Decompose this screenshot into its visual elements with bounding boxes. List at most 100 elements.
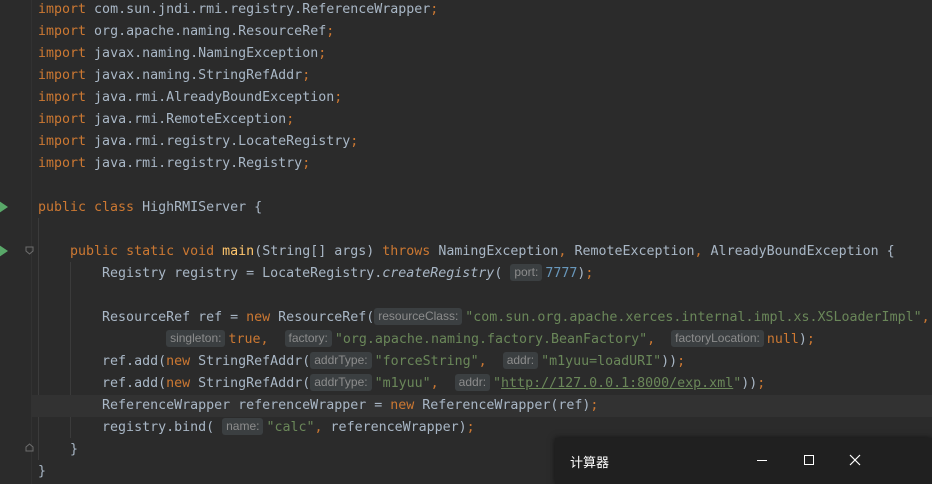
code-token: ; — [302, 156, 311, 171]
code-token: , — [314, 420, 323, 435]
code-line[interactable] — [38, 219, 932, 241]
code-token: org.apache.naming.ResourceRef — [86, 24, 327, 39]
parameter-hint: factory: — [284, 330, 332, 347]
code-line[interactable]: import javax.naming.NamingException; — [38, 43, 932, 65]
code-token: new — [246, 310, 271, 325]
parameter-hint: singleton: — [166, 330, 226, 347]
code-line[interactable]: Registry registry = LocateRegistry.creat… — [38, 263, 932, 285]
code-token: new — [166, 354, 191, 369]
code-line[interactable]: import java.rmi.registry.Registry; — [38, 153, 932, 175]
code-line[interactable]: import java.rmi.registry.LocateRegistry; — [38, 131, 932, 153]
code-token: ReferenceWrapper referenceWrapper = — [38, 398, 391, 413]
close-icon — [849, 454, 861, 466]
code-token: )) — [661, 354, 678, 369]
code-token: import — [38, 156, 87, 171]
code-token: "com.sun.org.apache.xerces.internal.impl… — [465, 310, 922, 325]
code-token: ; — [334, 90, 343, 105]
parameter-hint: name: — [222, 418, 264, 435]
code-token: javax.naming.NamingException — [86, 46, 319, 61]
code-line[interactable]: ResourceRef ref = new ResourceRef(resour… — [38, 307, 932, 329]
parameter-hint: addrType: — [310, 374, 372, 391]
parameter-hint: resourceClass: — [374, 308, 463, 325]
maximize-button[interactable] — [788, 446, 828, 474]
code-token: ; — [318, 46, 327, 61]
code-token: ( — [494, 266, 511, 281]
parameter-hint: port: — [510, 264, 543, 281]
code-token: import — [38, 134, 87, 149]
code-token: , — [430, 376, 439, 391]
fold-main-icon[interactable] — [25, 246, 34, 255]
code-token: RemoteException — [566, 244, 695, 259]
code-token: ReferenceWrapper(ref) — [414, 398, 591, 413]
code-token: } — [38, 464, 47, 479]
code-token: 7777 — [545, 266, 578, 281]
code-token: import — [38, 68, 87, 83]
code-token: ref.add( — [38, 354, 167, 369]
code-token: , — [478, 354, 487, 369]
code-line[interactable]: import com.sun.jndi.rmi.registry.Referen… — [38, 0, 932, 21]
code-line[interactable]: singleton: true, factory: "org.apache.nami… — [38, 329, 932, 351]
calculator-window[interactable]: 计算器 — [555, 438, 932, 484]
code-token: public static void — [70, 244, 215, 259]
code-line[interactable]: ref.add(new StringRefAddr(addrType: "forc… — [38, 351, 932, 373]
close-button[interactable] — [834, 446, 874, 474]
code-token: throws — [382, 244, 431, 259]
code-token: ; — [430, 2, 439, 17]
code-line[interactable]: import java.rmi.RemoteException; — [38, 109, 932, 131]
code-token: ResourceRef ref = — [38, 310, 247, 325]
code-token: java.rmi.AlreadyBoundException — [86, 90, 335, 105]
code-token: import — [38, 46, 87, 61]
minimize-button[interactable] — [742, 446, 782, 474]
code-token: referenceWrapper) — [322, 420, 467, 435]
editor-gutter — [0, 0, 34, 484]
code-token: ; — [806, 332, 815, 347]
code-token: Registry registry = LocateRegistry. — [38, 266, 383, 281]
fold-end-icon[interactable] — [25, 443, 34, 452]
code-token: " — [493, 376, 502, 391]
code-line[interactable]: registry.bind( name: "calc", referenceWra… — [38, 417, 932, 439]
code-token: registry.bind( — [38, 420, 223, 435]
run-class-icon[interactable] — [0, 201, 8, 213]
code-line[interactable]: public class HighRMIServer { — [38, 197, 932, 219]
code-token: public class — [38, 200, 135, 215]
code-line[interactable]: import org.apache.naming.ResourceRef; — [38, 21, 932, 43]
parameter-hint: factoryLocation: — [671, 330, 764, 347]
code-token: "org.apache.naming.factory.BeanFactory" — [334, 332, 648, 347]
code-token: ; — [585, 266, 594, 281]
code-token: "m1yuu=loadURI" — [541, 354, 662, 369]
code-token: ResourceRef( — [270, 310, 375, 325]
code-line[interactable]: import javax.naming.StringRefAddr; — [38, 65, 932, 87]
code-token: ; — [286, 112, 295, 127]
run-main-icon[interactable] — [0, 245, 8, 257]
code-token: java.rmi.registry.LocateRegistry — [86, 134, 351, 149]
code-token: AlreadyBoundException { — [702, 244, 895, 259]
code-token: StringRefAddr( — [190, 354, 311, 369]
code-token: true, — [228, 332, 269, 347]
code-token: , — [647, 332, 656, 347]
code-token: , — [694, 244, 703, 259]
code-token: import — [38, 112, 87, 127]
code-line[interactable] — [38, 175, 932, 197]
code-token: com.sun.jndi.rmi.registry.ReferenceWrapp… — [86, 2, 431, 17]
code-token: import — [38, 24, 87, 39]
code-editor[interactable]: import com.sun.jndi.rmi.registry.Referen… — [32, 0, 932, 484]
code-line[interactable]: ReferenceWrapper referenceWrapper = new … — [32, 395, 932, 417]
code-token: import — [38, 2, 87, 17]
code-line[interactable]: ref.add(new StringRefAddr(addrType: "m1yu… — [38, 373, 932, 395]
code-line[interactable]: import java.rmi.AlreadyBoundException; — [38, 87, 932, 109]
code-token: StringRefAddr( — [190, 376, 311, 391]
code-token: new — [390, 398, 415, 413]
parameter-hint: addr: — [454, 374, 491, 391]
code-token: new — [166, 376, 191, 391]
code-token: http://127.0.0.1:8000/exp.xml — [501, 376, 734, 391]
code-token: ; — [466, 420, 475, 435]
parameter-hint: addrType: — [310, 352, 372, 369]
code-line[interactable] — [38, 285, 932, 307]
code-line[interactable]: public static void main(String[] args) t… — [38, 241, 932, 263]
